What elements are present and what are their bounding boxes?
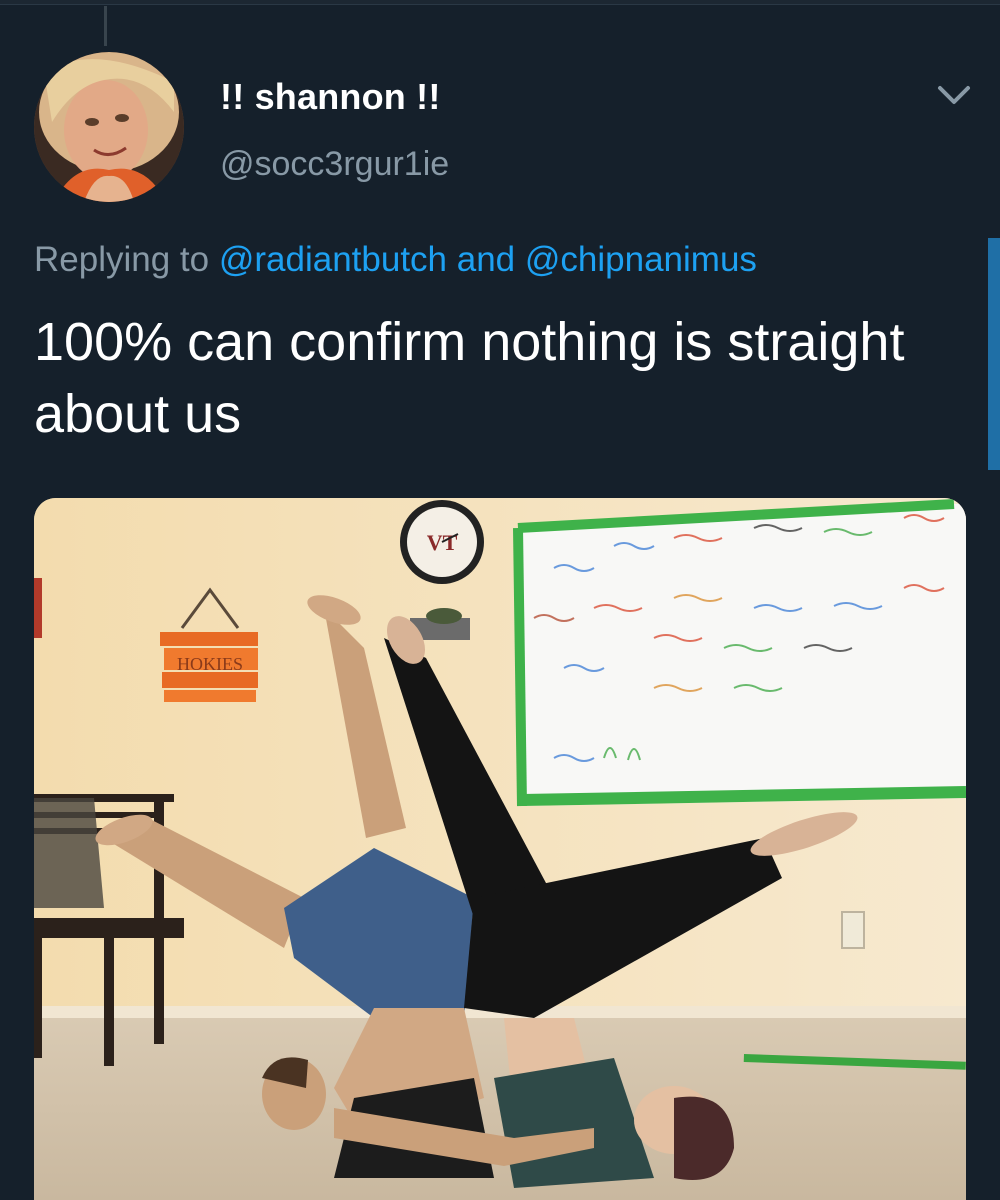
reply-prefix: Replying to (34, 240, 210, 279)
whiteboard (513, 499, 966, 807)
avatar-image (34, 52, 184, 202)
tweet-photo[interactable]: VT HOKIES (34, 498, 966, 1200)
chevron-down-icon[interactable] (934, 80, 974, 108)
avatar[interactable] (34, 52, 184, 202)
display-name[interactable]: !! shannon !! (220, 76, 441, 118)
clock-logo: VT (427, 530, 458, 555)
photo-scene: VT HOKIES (34, 498, 966, 1200)
username-handle[interactable]: @socc3rgur1ie (220, 145, 449, 184)
scroll-indicator (988, 238, 1000, 470)
wall-clock: VT (400, 500, 484, 584)
reply-conjunction[interactable]: and (457, 240, 515, 279)
thread-connector-line (104, 6, 107, 46)
sign-text: HOKIES (177, 654, 243, 674)
reply-context: Replying to @radiantbutch and @chipnanim… (34, 240, 757, 280)
mention-link-radiantbutch[interactable]: @radiantbutch (219, 240, 447, 279)
mention-link-chipnanimus[interactable]: @chipnanimus (525, 240, 757, 279)
tweet-text: 100% can confirm nothing is straight abo… (34, 312, 905, 444)
top-divider (0, 0, 1000, 5)
